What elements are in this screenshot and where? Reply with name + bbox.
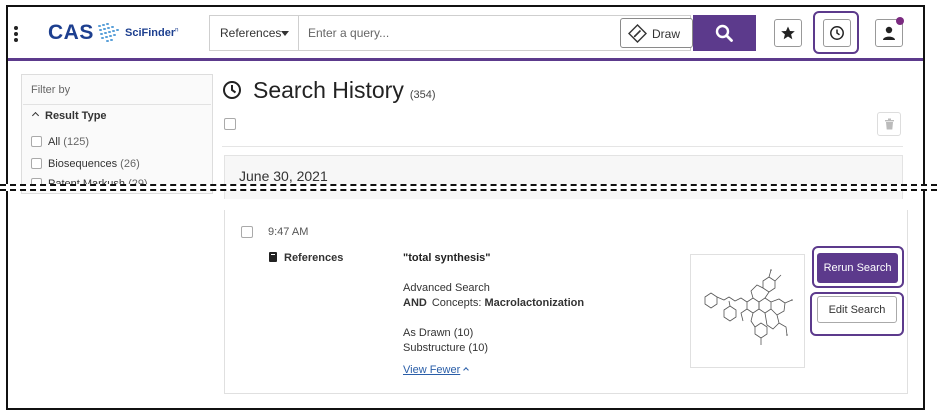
search-button[interactable] [693, 15, 756, 51]
star-icon [781, 26, 795, 40]
substructure-count: Substructure (10) [403, 342, 488, 354]
user-icon [883, 26, 895, 40]
chevron-up-icon [463, 367, 470, 373]
trash-icon [885, 118, 894, 130]
date-group-header: June 30, 2021 [224, 155, 903, 199]
cas-logo-mark-icon [98, 23, 119, 42]
caret-down-icon [281, 31, 289, 36]
divider [222, 146, 903, 147]
select-all-checkbox[interactable] [224, 118, 236, 130]
book-icon [269, 252, 277, 262]
clock-icon [830, 26, 844, 40]
menu-dots-icon[interactable] [14, 26, 18, 42]
date-group-label: June 30, 2021 [239, 168, 328, 184]
filter-option-label: Biosequences [48, 158, 118, 170]
topbar-accent-line [8, 58, 923, 61]
entry-type-label: References [284, 252, 344, 264]
draw-pencil-icon [628, 24, 647, 43]
rerun-search-button[interactable]: Rerun Search [817, 253, 898, 283]
search-bar: References [210, 15, 691, 51]
query-mode: Advanced Search [403, 282, 490, 294]
entry-time: 9:47 AM [268, 226, 309, 238]
history-entry: 9:47 AM References "total synthesis" Adv… [224, 210, 908, 394]
filter-option-count: (26) [120, 158, 140, 170]
filter-option-biosequences[interactable]: Biosequences (26) [31, 158, 140, 170]
search-type-dropdown[interactable]: References [210, 16, 299, 50]
entry-type: References [269, 252, 343, 264]
structure-thumbnail[interactable] [690, 254, 805, 368]
filter-option-count: (125) [63, 136, 89, 148]
chemical-structure-drawing [704, 269, 793, 345]
cas-logo[interactable]: CAS [48, 21, 94, 45]
filter-option-all[interactable]: All (125) [31, 136, 89, 148]
draw-button[interactable]: Draw [620, 18, 693, 48]
concept-label: Concepts: [431, 297, 482, 309]
search-icon [715, 24, 733, 42]
edit-search-button[interactable]: Edit Search [817, 296, 897, 323]
divider [23, 104, 211, 105]
history-count: (354) [409, 89, 436, 101]
scifinder-logo-text: SciFindern [125, 27, 179, 39]
checkbox[interactable] [31, 136, 42, 147]
query-concept: AND Concepts: Macrolactonization [403, 297, 584, 309]
query-text: "total synthesis" [403, 252, 491, 264]
search-type-label: References [220, 26, 282, 40]
entry-checkbox[interactable] [241, 226, 253, 238]
concept-value: Macrolactonization [484, 297, 585, 309]
top-bar: CAS SciFindern References Enter a query.… [8, 7, 923, 58]
filter-title: Filter by [31, 84, 71, 96]
checkbox[interactable] [31, 158, 42, 169]
view-fewer-label: View Fewer [403, 364, 461, 376]
page-title-text: Search History [253, 77, 404, 103]
chevron-up-icon [31, 111, 40, 120]
query-operator: AND [403, 297, 427, 309]
query-input[interactable] [299, 16, 619, 50]
history-button[interactable] [823, 19, 851, 47]
delete-button[interactable] [877, 112, 901, 136]
page-title: Search History (354) [253, 77, 436, 104]
crop-separator [0, 184, 937, 191]
as-drawn-count: As Drawn (10) [403, 327, 474, 339]
filter-option-label: All [48, 136, 61, 148]
view-fewer-link[interactable]: View Fewer [403, 364, 470, 376]
favorites-button[interactable] [774, 19, 802, 47]
filter-panel: Filter by Result Type All (125) Bioseque… [21, 74, 213, 194]
app-frame: CAS SciFindern References Enter a query.… [6, 5, 925, 410]
result-type-label: Result Type [45, 110, 107, 122]
result-type-toggle[interactable]: Result Type [31, 110, 107, 122]
draw-label: Draw [652, 27, 681, 41]
notification-dot [896, 17, 904, 25]
clock-icon [223, 81, 241, 99]
